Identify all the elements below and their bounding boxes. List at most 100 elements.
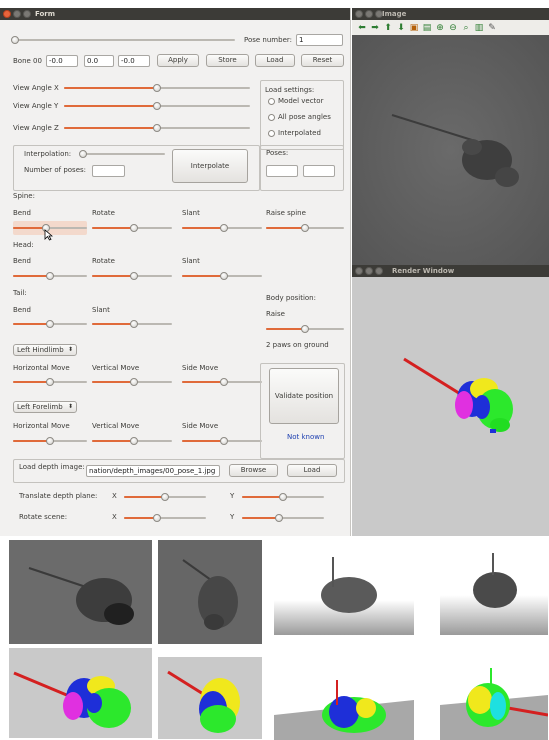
view-angle-z-slider[interactable] — [64, 124, 250, 132]
close-icon[interactable] — [355, 267, 363, 275]
arrow-up-icon[interactable]: ⬆ — [383, 22, 393, 34]
reset-button[interactable]: Reset — [301, 54, 344, 67]
arrow-left-icon[interactable]: ⬅ — [357, 22, 367, 34]
slider-handle[interactable] — [152, 514, 161, 522]
hind-side-slider[interactable] — [182, 378, 262, 386]
slider-handle[interactable] — [274, 514, 283, 522]
pin-icon[interactable]: ✎ — [487, 22, 497, 34]
depth-thumbnail-4 — [440, 545, 548, 635]
slider-track[interactable] — [83, 153, 165, 155]
interpolation-slider[interactable] — [79, 150, 165, 158]
hind-vertical-label: Vertical Move — [92, 364, 140, 372]
slider-handle[interactable] — [129, 378, 138, 386]
view-angle-y-slider[interactable] — [64, 102, 250, 110]
rotate-x-slider[interactable] — [124, 514, 206, 522]
translate-y-slider[interactable] — [242, 493, 324, 501]
save-icon[interactable]: ▥ — [474, 22, 484, 34]
slider-handle[interactable] — [153, 102, 161, 110]
zoom-in-icon[interactable]: ⊕ — [435, 22, 445, 34]
depth-image-path-input[interactable]: nation/depth_images/00_pose_1.jpg — [86, 465, 220, 477]
tail-bend-slider[interactable] — [13, 320, 87, 328]
save-image-icon[interactable]: ▣ — [409, 22, 419, 34]
slider-handle[interactable] — [279, 493, 287, 501]
slider-handle[interactable] — [11, 36, 20, 44]
radio-model-vector[interactable]: Model vector — [268, 97, 323, 106]
slider-handle[interactable] — [79, 150, 87, 158]
slider-handle[interactable] — [219, 272, 228, 280]
slider-handle[interactable] — [153, 84, 161, 92]
hind-horizontal-slider[interactable] — [13, 378, 87, 386]
bone-value-z[interactable]: -0.0 — [118, 55, 150, 67]
close-icon[interactable] — [3, 10, 11, 18]
interpolate-button[interactable]: Interpolate — [172, 149, 248, 183]
forelimb-select[interactable]: Left Forelimb ⬍ — [13, 401, 77, 413]
zoom-fit-icon[interactable]: ⌕ — [461, 22, 471, 34]
rotate-y-slider[interactable] — [242, 514, 324, 522]
minimize-icon[interactable] — [365, 267, 373, 275]
tail-title: Tail: — [13, 289, 27, 297]
poses-to-input[interactable] — [303, 165, 335, 177]
head-slant-slider[interactable] — [182, 272, 262, 280]
bone-label: Bone 00 — [13, 57, 42, 65]
fore-side-slider[interactable] — [182, 437, 262, 445]
spine-rotate-slider[interactable] — [92, 224, 172, 232]
radio-all-pose-angles[interactable]: All pose angles — [268, 113, 331, 122]
minimize-icon[interactable] — [365, 10, 373, 18]
raise-spine-slider[interactable] — [266, 224, 344, 232]
hind-vertical-slider[interactable] — [92, 378, 172, 386]
slider-handle[interactable] — [46, 437, 54, 445]
fore-vertical-slider[interactable] — [92, 437, 172, 445]
interpolation-label: Interpolation: — [24, 150, 72, 158]
slider-handle[interactable] — [301, 224, 309, 232]
slider-fill — [13, 275, 50, 277]
slider-handle[interactable] — [219, 378, 228, 386]
slider-handle[interactable] — [301, 325, 309, 333]
3d-render-view[interactable] — [352, 277, 549, 536]
pose-slider[interactable] — [11, 36, 235, 44]
maximize-icon[interactable] — [23, 10, 31, 18]
bone-value-y[interactable]: 0.0 — [84, 55, 114, 67]
radio-interpolated[interactable]: Interpolated — [268, 129, 321, 138]
slider-handle[interactable] — [153, 124, 161, 132]
maximize-icon[interactable] — [375, 267, 383, 275]
translate-depth-label: Translate depth plane: — [19, 492, 98, 500]
pose-number-input[interactable]: 1 — [296, 34, 343, 46]
arrow-right-icon[interactable]: ➡ — [370, 22, 380, 34]
slider-fill — [182, 227, 224, 229]
bone-value-x[interactable]: -0.0 — [46, 55, 78, 67]
number-of-poses-input[interactable] — [92, 165, 125, 177]
hindlimb-select[interactable]: Left Hindlimb ⬍ — [13, 344, 77, 356]
spine-slant-slider[interactable] — [182, 224, 262, 232]
fore-horizontal-slider[interactable] — [13, 437, 87, 445]
apply-button[interactable]: Apply — [157, 54, 199, 67]
slider-track[interactable] — [13, 39, 235, 41]
browse-button[interactable]: Browse — [229, 464, 278, 477]
view-angle-x-slider[interactable] — [64, 84, 250, 92]
slider-handle[interactable] — [129, 272, 138, 280]
depth-image-view[interactable] — [352, 35, 549, 265]
slider-handle[interactable] — [46, 320, 54, 328]
slider-handle[interactable] — [129, 224, 138, 232]
arrow-down-icon[interactable]: ⬇ — [396, 22, 406, 34]
head-bend-slider[interactable] — [13, 272, 87, 280]
zoom-out-icon[interactable]: ⊖ — [448, 22, 458, 34]
store-button[interactable]: Store — [206, 54, 249, 67]
depth-load-button[interactable]: Load — [287, 464, 337, 477]
slider-handle[interactable] — [219, 437, 228, 445]
slider-handle[interactable] — [219, 224, 228, 232]
slider-handle[interactable] — [46, 272, 54, 280]
slider-handle[interactable] — [129, 320, 138, 328]
slider-handle[interactable] — [46, 378, 54, 386]
slider-handle[interactable] — [129, 437, 138, 445]
slider-handle[interactable] — [161, 493, 169, 501]
properties-icon[interactable]: ▤ — [422, 22, 432, 34]
load-button[interactable]: Load — [255, 54, 295, 67]
raise-slider[interactable] — [266, 325, 344, 333]
poses-from-input[interactable] — [266, 165, 298, 177]
close-icon[interactable] — [355, 10, 363, 18]
validate-position-button[interactable]: Validate position — [269, 368, 339, 424]
head-rotate-slider[interactable] — [92, 272, 172, 280]
translate-x-slider[interactable] — [124, 493, 206, 501]
tail-slant-slider[interactable] — [92, 320, 172, 328]
minimize-icon[interactable] — [13, 10, 21, 18]
